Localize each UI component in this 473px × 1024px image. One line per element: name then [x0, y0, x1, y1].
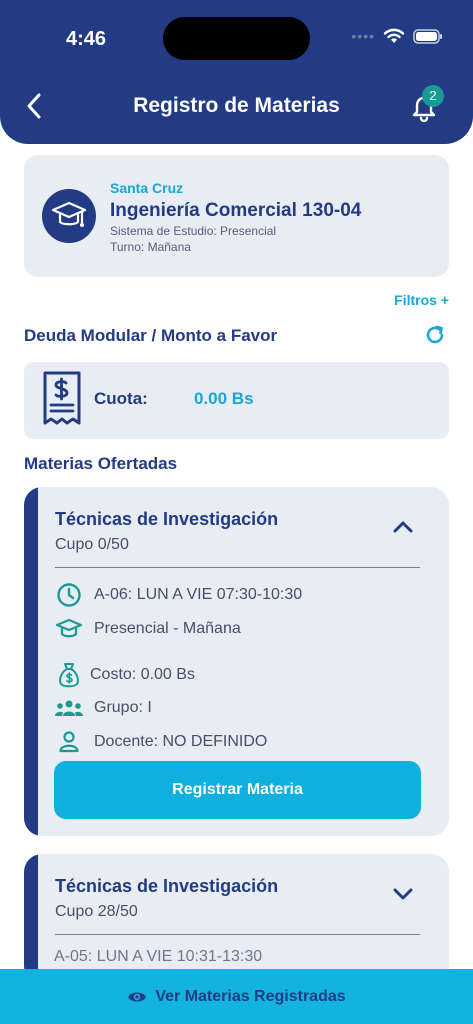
career-name: Ingeniería Comercial 130-04	[110, 200, 362, 221]
graduation-cap-avatar	[42, 189, 96, 243]
clock-icon	[57, 583, 81, 607]
notification-badge: 2	[422, 85, 444, 107]
graduation-cap-icon	[55, 618, 83, 638]
person-icon	[59, 731, 79, 753]
status-icons: ••••	[351, 28, 443, 44]
divider	[55, 934, 420, 935]
schedule-text: A-05: LUN A VIE 10:31-13:30	[54, 948, 263, 965]
teacher-row: Docente: NO DEFINIDO	[54, 729, 267, 755]
receipt-dollar-icon	[43, 371, 81, 425]
card-accent-stripe	[24, 487, 38, 836]
chevron-down-icon[interactable]	[390, 884, 416, 904]
cuota-card: Cuota: 0.00 Bs	[24, 362, 449, 439]
chevron-up-icon[interactable]	[390, 517, 416, 537]
filters-link[interactable]: Filtros +	[394, 292, 449, 308]
schedule-row: A-06: LUN A VIE 07:30-10:30	[54, 582, 302, 608]
modality-text: Presencial - Mañana	[94, 620, 241, 637]
page-title: Registro de Materias	[133, 94, 340, 117]
course-cupo: Cupo 0/50	[55, 536, 129, 553]
group-row: Grupo: I	[54, 695, 152, 721]
view-registered-courses-button[interactable]: Ver Materias Registradas	[0, 969, 473, 1024]
teacher-text: Docente: NO DEFINIDO	[94, 733, 268, 750]
money-bag-icon	[59, 663, 79, 688]
card-accent-stripe	[24, 854, 38, 984]
app-header: 4:46 •••• Registro de Materias 2	[0, 0, 473, 144]
group-text: Grupo: I	[94, 699, 152, 716]
modality-row: Presencial - Mañana	[54, 616, 241, 642]
divider	[55, 567, 420, 568]
cost-row: Costo: 0.00 Bs	[54, 662, 195, 688]
cuota-value: 0.00 Bs	[194, 389, 254, 408]
dynamic-island	[163, 17, 310, 60]
view-registered-courses-label: Ver Materias Registradas	[155, 987, 346, 1005]
group-icon	[55, 700, 83, 716]
study-shift: Turno: Mañana	[110, 240, 191, 254]
status-time: 4:46	[66, 28, 107, 50]
register-course-button[interactable]: Registrar Materia	[54, 761, 421, 819]
wifi-icon	[383, 28, 405, 43]
course-card: Técnicas de Investigación Cupo 0/50 A-06…	[24, 487, 449, 836]
study-system: Sistema de Estudio: Presencial	[110, 224, 277, 238]
debt-section-title: Deuda Modular / Monto a Favor	[24, 326, 278, 345]
cellular-signal-icon: ••••	[351, 28, 375, 44]
career-card: Santa Cruz Ingeniería Comercial 130-04 S…	[24, 155, 449, 277]
course-title: Técnicas de Investigación	[55, 509, 279, 529]
cost-text: Costo: 0.00 Bs	[90, 666, 195, 683]
course-title: Técnicas de Investigación	[55, 876, 279, 896]
course-cupo: Cupo 28/50	[55, 903, 138, 920]
campus-name: Santa Cruz	[110, 180, 184, 196]
course-card: Técnicas de Investigación Cupo 28/50 A-0…	[24, 854, 449, 984]
battery-icon	[413, 28, 442, 44]
eye-icon	[128, 992, 147, 1001]
refresh-icon[interactable]	[424, 324, 446, 346]
offered-section-title: Materias Ofertadas	[24, 454, 178, 473]
graduation-cap-icon	[51, 201, 87, 227]
cuota-label: Cuota:	[94, 389, 148, 408]
schedule-text: A-06: LUN A VIE 07:30-10:30	[94, 586, 303, 603]
